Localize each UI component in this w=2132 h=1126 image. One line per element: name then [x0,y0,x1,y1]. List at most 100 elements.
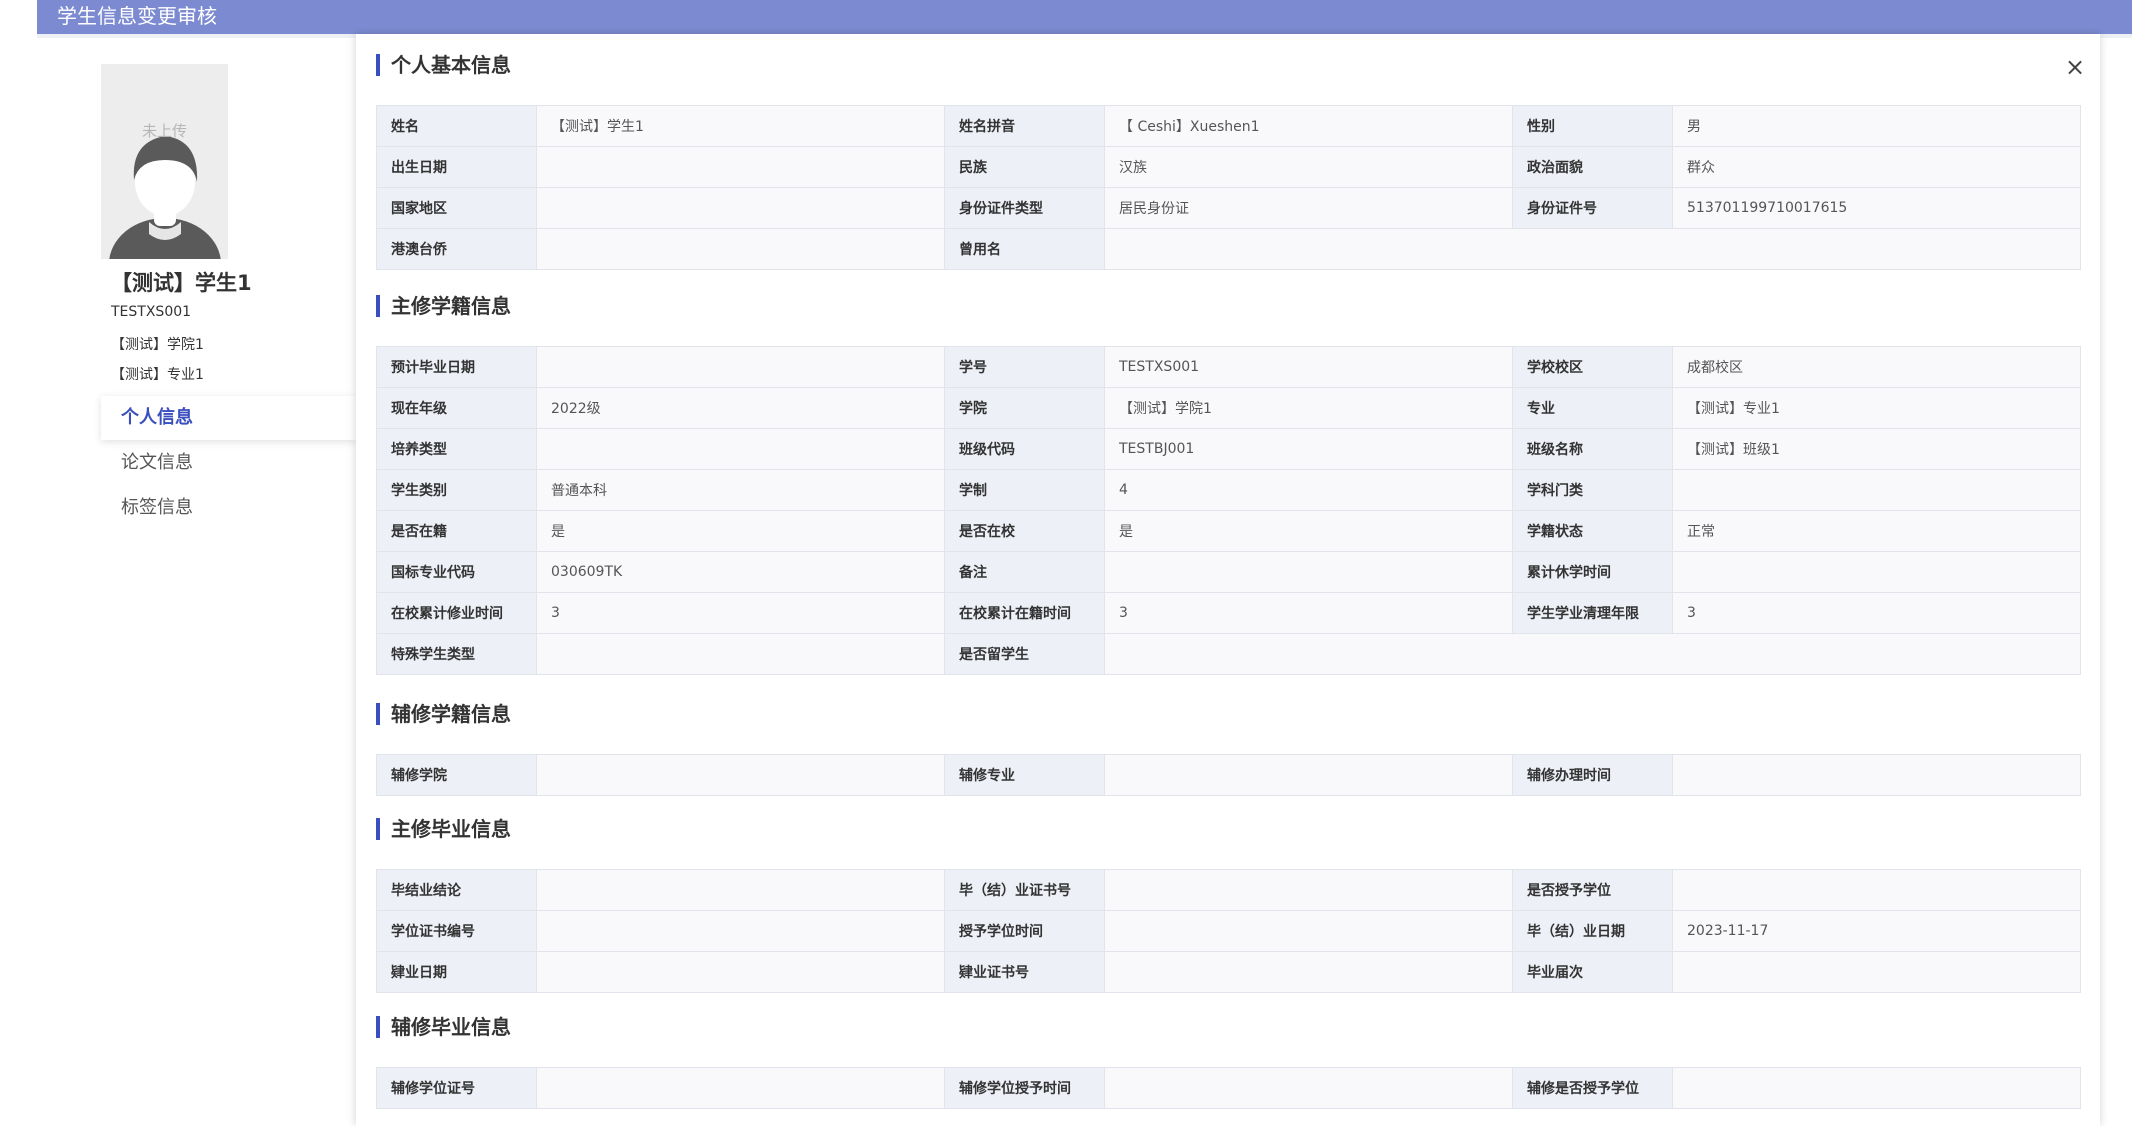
field-value: 513701199710017615 [1672,187,2081,229]
table-row: 学生类别 普通本科 学制 4 学科门类 [376,469,2081,511]
table-row: 学位证书编号 授予学位时间 毕（结）业日期 2023-11-17 [376,910,2081,952]
table-row: 港澳台侨 曾用名 [376,228,2081,270]
field-value: 【测试】班级1 [1672,428,2081,470]
field-label: 辅修是否授予学位 [1512,1067,1673,1109]
field-label: 学位证书编号 [376,910,537,952]
field-label: 现在年级 [376,387,537,429]
nav-personal-info[interactable]: 个人信息 [101,396,356,440]
field-label: 专业 [1512,387,1673,429]
field-value [536,869,945,911]
field-label: 身份证件号 [1512,187,1673,229]
field-value [1672,1067,2081,1109]
info-table-minor-enrollment: 辅修学院 辅修专业 辅修办理时间 [376,754,2081,796]
nav-tag-info[interactable]: 标签信息 [101,486,356,530]
table-row: 辅修学位证号 辅修学位授予时间 辅修是否授予学位 [376,1067,2081,1109]
field-label: 辅修学院 [376,754,537,796]
info-table-major-enrollment: 预计毕业日期 学号 TESTXS001 学校校区 成都校区 现在年级 2022级 学院 【测试】… [376,346,2081,675]
field-value [536,951,945,993]
field-label: 学院 [944,387,1105,429]
field-label: 辅修办理时间 [1512,754,1673,796]
student-college: 【测试】学院1 [111,337,204,353]
field-value [1104,1067,1513,1109]
field-value: 【 Ceshi】Xueshen1 [1104,105,1513,147]
student-major: 【测试】专业1 [111,367,204,383]
field-label: 姓名 [376,105,537,147]
field-value: 普通本科 [536,469,945,511]
field-value [1104,754,1513,796]
avatar: 未上传 [101,64,228,259]
field-label: 姓名拼音 [944,105,1105,147]
student-name: 【测试】学生1 [111,271,252,295]
table-row: 肄业日期 肄业证书号 毕业届次 [376,951,2081,993]
field-value: 是 [1104,510,1513,552]
field-value [1104,869,1513,911]
field-label: 在校累计在籍时间 [944,592,1105,634]
field-label: 辅修学位证号 [376,1067,537,1109]
field-value [536,633,945,675]
table-row: 培养类型 班级代码 TESTBJ001 班级名称 【测试】班级1 [376,428,2081,470]
field-value: 【测试】学院1 [1104,387,1513,429]
field-value: 汉族 [1104,146,1513,188]
field-value: 是 [536,510,945,552]
field-value: 2022级 [536,387,945,429]
field-label: 出生日期 [376,146,537,188]
field-label: 学制 [944,469,1105,511]
field-value: TESTXS001 [1104,346,1513,388]
dialog-title: 学生信息变更审核 [57,4,217,28]
info-table-minor-graduation: 辅修学位证号 辅修学位授予时间 辅修是否授予学位 [376,1067,2081,1109]
profile-sidebar: 未上传 【测试】学生1 TESTXS001 【测试】学院1 【测试】专业1 个人… [0,38,356,1126]
field-value [536,754,945,796]
field-label: 是否授予学位 [1512,869,1673,911]
field-label: 是否在籍 [376,510,537,552]
table-row: 姓名 【测试】学生1 姓名拼音【 Ceshi】Xueshen1 性别男 [376,105,2081,147]
table-row: 毕结业结论 毕（结）业证书号 是否授予学位 [376,869,2081,911]
field-value [1672,754,2081,796]
section-title-minor-enrollment: 辅修学籍信息 [376,701,511,727]
field-label: 累计休学时间 [1512,551,1673,593]
field-label: 肄业日期 [376,951,537,993]
field-label: 培养类型 [376,428,537,470]
field-label: 国标专业代码 [376,551,537,593]
info-table-basic-info: 姓名 【测试】学生1 姓名拼音【 Ceshi】Xueshen1 性别男出生日期 民族 汉族… [376,105,2081,270]
field-value [1104,551,1513,593]
field-value: 【测试】专业1 [1672,387,2081,429]
field-value [1672,951,2081,993]
table-row: 是否在籍是是否在校是学籍状态 正常 [376,510,2081,552]
field-value: 群众 [1672,146,2081,188]
field-label: 是否留学生 [944,633,1105,675]
field-label: 肄业证书号 [944,951,1105,993]
nav-thesis-info[interactable]: 论文信息 [101,441,356,485]
section-title-minor-graduation: 辅修毕业信息 [376,1014,511,1040]
field-value [1104,910,1513,952]
field-label: 政治面貌 [1512,146,1673,188]
table-row: 国标专业代码 030609TK 备注 累计休学时间 [376,551,2081,593]
field-value: 4 [1104,469,1513,511]
table-row: 现在年级 2022级 学院 【测试】学院1 专业 【测试】专业1 [376,387,2081,429]
table-row: 特殊学生类型 是否留学生 [376,633,2081,675]
field-value [536,1067,945,1109]
field-label: 学号 [944,346,1105,388]
field-label: 学生学业清理年限 [1512,592,1673,634]
field-value [1672,551,2081,593]
field-label: 港澳台侨 [376,228,537,270]
field-value [536,428,945,470]
field-value: 男 [1672,105,2081,147]
field-value: 030609TK [536,551,945,593]
field-value [536,228,945,270]
field-label: 毕（结）业证书号 [944,869,1105,911]
field-value [536,910,945,952]
field-label: 辅修专业 [944,754,1105,796]
field-value: 【测试】学生1 [536,105,945,147]
close-button[interactable]: × [2062,54,2088,80]
field-label: 学籍状态 [1512,510,1673,552]
field-label: 毕业届次 [1512,951,1673,993]
field-label: 备注 [944,551,1105,593]
title-bar: 学生信息变更审核 [37,0,2132,34]
field-label: 学校校区 [1512,346,1673,388]
field-label: 班级代码 [944,428,1105,470]
info-table-major-graduation: 毕结业结论 毕（结）业证书号 是否授予学位 学位证书编号 授予学位时间 毕（结）业日期 20… [376,869,2081,993]
field-value [1104,951,1513,993]
field-value: 居民身份证 [1104,187,1513,229]
field-value [1104,228,2081,270]
table-row: 出生日期 民族 汉族 政治面貌 群众 [376,146,2081,188]
